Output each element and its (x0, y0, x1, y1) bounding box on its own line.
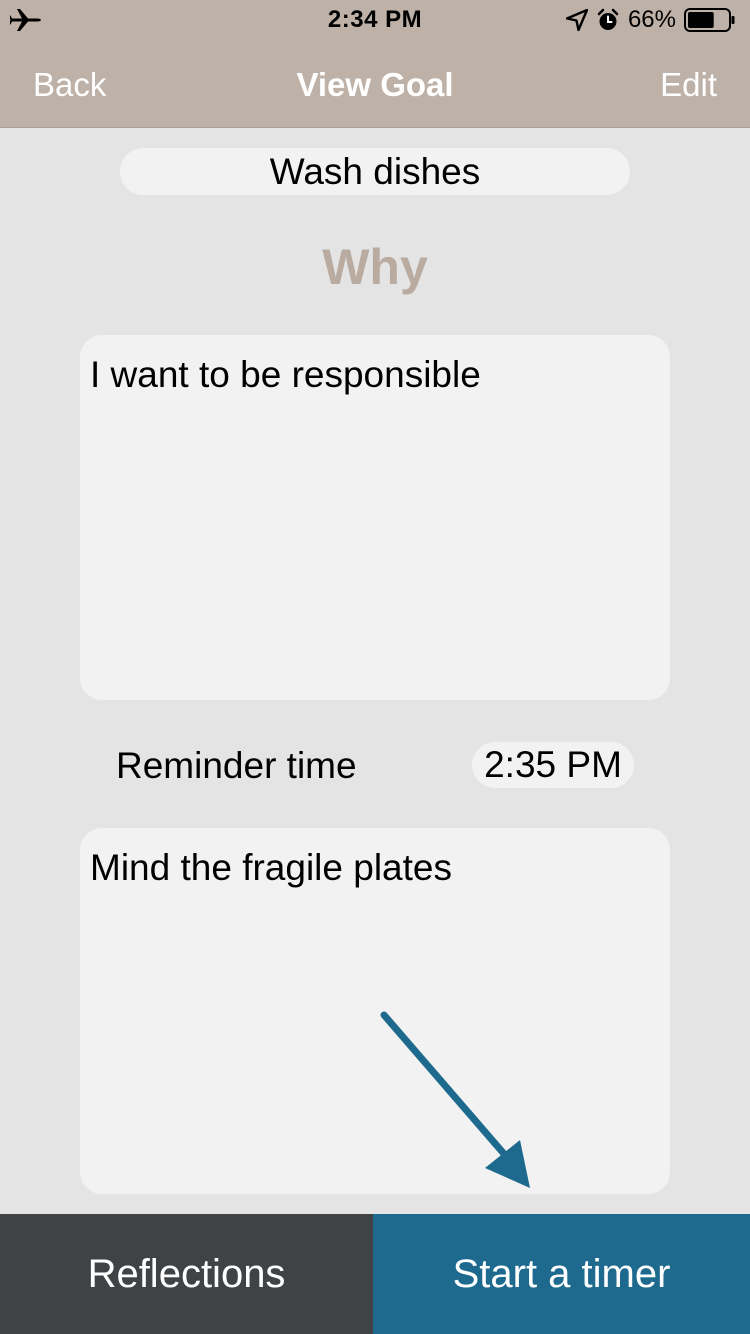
location-arrow-icon (565, 9, 588, 31)
reflections-button[interactable]: Reflections (0, 1214, 373, 1334)
notes-text: Mind the fragile plates (90, 847, 452, 888)
bottom-tab-bar: Reflections Start a timer (0, 1214, 750, 1334)
alarm-icon (597, 8, 619, 30)
reminder-time-picker[interactable]: 2:35 PM (472, 742, 634, 788)
why-text: I want to be responsible (90, 354, 481, 395)
status-bar: 2:34 PM 66% (0, 0, 750, 40)
edit-button[interactable]: Edit (660, 66, 717, 104)
why-heading: Why (322, 239, 428, 295)
start-timer-button[interactable]: Start a timer (373, 1214, 750, 1334)
battery-percent: 66% (627, 6, 676, 33)
battery-icon (684, 8, 735, 32)
goal-name-field[interactable]: Wash dishes (120, 148, 630, 195)
why-text-area[interactable]: I want to be responsible (80, 335, 670, 700)
reminder-time-label: Reminder time (116, 745, 357, 786)
annotation-arrow (380, 1011, 530, 1188)
page-title: View Goal (296, 66, 454, 103)
